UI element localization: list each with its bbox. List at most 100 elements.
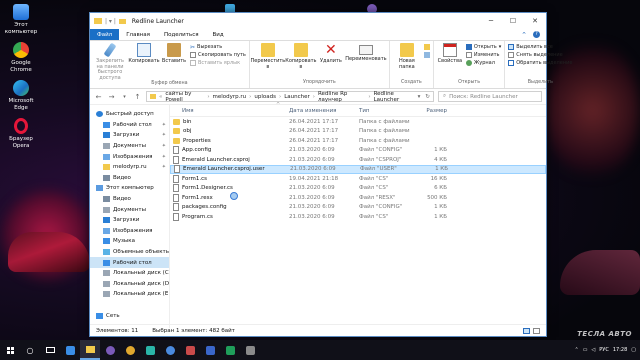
history-button[interactable]: Журнал (465, 60, 501, 66)
taskbar-app-2[interactable] (100, 340, 120, 360)
table-row[interactable]: App.config 21.03.2020 6:09 Файл "CONFIG" 1 … (170, 146, 546, 156)
pin-icon[interactable]: ✦ (162, 154, 169, 160)
new-folder-button[interactable]: Новая папка (393, 43, 421, 70)
sidebar-item[interactable]: Видео (90, 173, 169, 184)
invert-selection-button[interactable]: Обратить выделение (508, 60, 572, 66)
breadcrumb-5[interactable]: Redline Launcher (374, 91, 415, 103)
copy-button[interactable]: Копировать (128, 43, 160, 65)
table-row[interactable]: Program.cs 21.03.2020 6:09 Файл "CS" 1 КБ (170, 212, 546, 222)
desktop-icon-computer[interactable]: Этот компьютер (2, 4, 40, 35)
sidebar-item[interactable]: Рабочий стол ✦ (90, 120, 169, 131)
sidebar-item[interactable]: Рабочий стол (90, 257, 169, 268)
recent-locations-button[interactable]: ▾ (120, 94, 129, 100)
edit-button[interactable]: Изменить (465, 52, 501, 58)
start-button[interactable] (0, 340, 20, 360)
clock[interactable]: 17:28 (613, 347, 627, 353)
sidebar-item[interactable]: Видео (90, 194, 169, 205)
large-icons-view-icon[interactable] (533, 327, 540, 334)
properties-button[interactable]: Свойства (437, 43, 463, 65)
easy-access-button[interactable] (423, 52, 430, 58)
table-row[interactable]: Form1.cs 19.04.2021 21:18 Файл "CS" 16 КБ (170, 174, 546, 184)
sidebar-item[interactable]: Документы (90, 204, 169, 215)
close-button[interactable]: ✕ (524, 13, 546, 29)
taskbar-app-3[interactable] (120, 340, 140, 360)
select-all-button[interactable]: Выделить все (508, 44, 572, 50)
details-view-icon[interactable] (523, 327, 530, 334)
taskbar-app-6[interactable] (180, 340, 200, 360)
quick-access-toolbar[interactable]: | ▾ | (105, 18, 116, 25)
breadcrumb-0[interactable]: сайты by Powell (165, 91, 204, 103)
tab-file[interactable]: Файл (90, 29, 120, 40)
maximize-button[interactable]: ☐ (502, 13, 524, 29)
pin-icon[interactable]: ✦ (162, 122, 169, 128)
paste-shortcut-button[interactable]: Вставить ярлык (190, 60, 246, 66)
sidebar-item[interactable]: Загрузки (90, 215, 169, 226)
sidebar-item[interactable]: Сеть (90, 310, 169, 321)
collapse-ribbon-icon[interactable]: ⌃ (521, 31, 527, 39)
explorer-window[interactable]: | ▾ | Redline Launcher ─ ☐ ✕ Файл Главна… (89, 12, 572, 337)
sidebar-item[interactable]: Изображения ✦ (90, 151, 169, 162)
table-row[interactable]: Form1.resx 21.03.2020 6:09 Файл "RESX" 500 … (170, 193, 546, 203)
address-dropdown[interactable]: ▾ (418, 94, 423, 100)
sidebar-item[interactable]: Загрузки ✦ (90, 130, 169, 141)
sidebar-item[interactable]: Локальный диск (D (90, 279, 169, 290)
task-view-button[interactable] (40, 340, 60, 360)
desktop-icon-chrome[interactable]: Google Chrome (2, 42, 40, 73)
minimize-button[interactable]: ─ (480, 13, 502, 29)
title-bar[interactable]: | ▾ | Redline Launcher ─ ☐ ✕ (90, 13, 546, 29)
copy-path-button[interactable]: Скопировать путь (190, 52, 246, 58)
sidebar-item[interactable]: Локальный диск (E (90, 289, 169, 300)
taskbar-explorer[interactable] (80, 340, 100, 360)
file-list[interactable]: ^ Имя Дата изменения Тип Размер bin 26.04… (170, 102, 546, 328)
taskbar-app-8[interactable] (220, 340, 240, 360)
cut-button[interactable]: ✂ Вырезать (190, 44, 246, 51)
paste-button[interactable]: Вставить (161, 43, 187, 65)
volume-icon[interactable]: ◁ (591, 347, 595, 353)
breadcrumb-1[interactable]: melodyrp.ru (213, 94, 247, 100)
table-row[interactable]: Emerald Launcher.csproj 21.03.2020 6:09 Фа… (170, 155, 546, 165)
sidebar-item[interactable]: Документы ✦ (90, 141, 169, 152)
forward-button[interactable]: → (107, 93, 116, 101)
search-taskbar-button[interactable]: ○ (20, 340, 40, 360)
sidebar-item[interactable]: Локальный диск (C (90, 268, 169, 279)
sidebar-item[interactable]: Музыка (90, 236, 169, 247)
back-button[interactable]: ← (94, 93, 103, 101)
pin-icon[interactable]: ✦ (162, 164, 169, 170)
breadcrumb-3[interactable]: Launcher (284, 94, 310, 100)
copy-to-button[interactable]: Копировать в (285, 43, 317, 70)
search-input[interactable]: ⌕ Поиск: Redline Launcher (438, 91, 542, 102)
table-row[interactable]: packages.config 21.03.2020 6:09 Файл "CONF… (170, 203, 546, 213)
breadcrumb-4[interactable]: Redline Rp лаунчер (318, 91, 365, 103)
column-size[interactable]: Размер (411, 108, 447, 114)
move-to-button[interactable]: Переместить в (251, 43, 285, 70)
taskbar-app-7[interactable] (200, 340, 220, 360)
help-icon[interactable]: ? (533, 31, 540, 38)
pin-quick-access-button[interactable]: Закрепить на панели быстрого доступа (93, 42, 127, 81)
network-icon[interactable]: ▭ (583, 347, 588, 353)
pin-icon[interactable]: ✦ (162, 132, 169, 138)
tray-chevron-icon[interactable]: ⌃ (574, 347, 578, 353)
open-button[interactable]: Открыть ▾ (465, 44, 501, 50)
language-indicator[interactable]: РУС (599, 347, 609, 353)
breadcrumb-2[interactable]: uploads (254, 94, 276, 100)
notifications-icon[interactable]: ▢ (631, 347, 636, 353)
taskbar-app-4[interactable] (140, 340, 160, 360)
refresh-icon[interactable]: ↻ (425, 94, 433, 100)
table-row[interactable]: obj 26.04.2021 17:17 Папка с файлами (170, 127, 546, 137)
taskbar-app-1[interactable] (60, 340, 80, 360)
select-none-button[interactable]: Снять выделение (508, 52, 572, 58)
table-row[interactable]: Form1.Designer.cs 21.03.2020 6:09 Файл "CS… (170, 184, 546, 194)
delete-button[interactable]: ✕ Удалить (319, 43, 343, 65)
new-item-button[interactable] (423, 44, 430, 50)
column-type[interactable]: Тип (353, 108, 411, 114)
pin-icon[interactable]: ✦ (162, 143, 169, 149)
sidebar-item[interactable]: Этот компьютер (90, 183, 169, 194)
column-date[interactable]: Дата изменения (283, 108, 353, 114)
tab-share[interactable]: Поделиться (157, 29, 206, 40)
desktop-icon-edge[interactable]: Microsoft Edge (2, 80, 40, 111)
sidebar-item[interactable]: melodyrp.ru ✦ (90, 162, 169, 173)
table-row[interactable]: bin 26.04.2021 17:17 Папка с файлами (170, 117, 546, 127)
desktop-icon-opera[interactable]: Браузер Opera (2, 118, 40, 149)
taskbar-app-5[interactable] (160, 340, 180, 360)
navigation-pane[interactable]: Быстрый доступ Рабочий стол ✦ Загрузки ✦ Доку… (90, 105, 170, 328)
